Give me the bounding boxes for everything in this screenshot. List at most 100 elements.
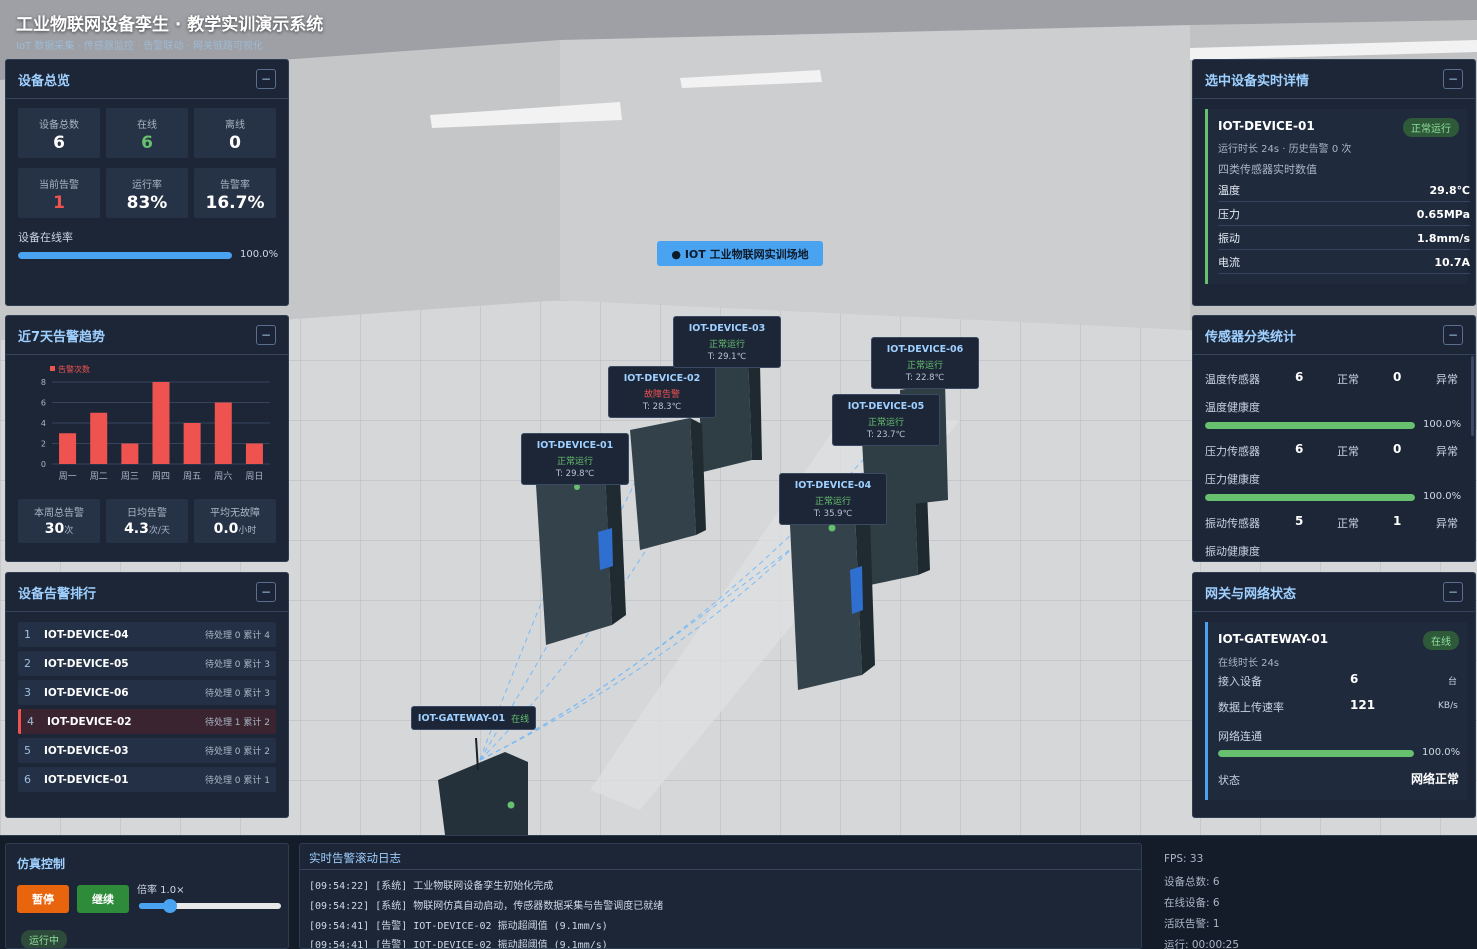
log-line: [09:54:41] [告警] IOT-DEVICE-02 振动超阈值 (9.1… [309, 940, 608, 949]
device-tag[interactable]: IOT-DEVICE-05 正常运行 T: 23.7℃ [832, 394, 940, 446]
health-bar [1205, 422, 1415, 429]
site-label: ● IOT 工业物联网实训场地 [657, 241, 823, 266]
online-rate-label: 设备在线率 [18, 231, 73, 244]
bar [245, 443, 263, 464]
x-tick-label: 周一 [59, 471, 77, 482]
gateway-panel: 网关与网络状态 − IOT-GATEWAY-01 在线 在线时长 24s 接入设备… [1192, 572, 1476, 818]
speed-slider[interactable] [139, 899, 281, 913]
bar [90, 412, 108, 464]
collapse-button[interactable]: − [1443, 69, 1463, 89]
x-tick-label: 周四 [152, 471, 170, 482]
back-wall [560, 25, 1190, 330]
gateway-card: IOT-GATEWAY-01 在线 在线时长 24s 接入设备 6 台 数据上传… [1205, 622, 1467, 800]
stat-daily-avg: 日均告警 4.3次/天 [106, 499, 188, 543]
device-tag[interactable]: IOT-DEVICE-04 正常运行 T: 35.9℃ [779, 473, 887, 525]
gateway-title: 网关与网络状态 [1205, 586, 1297, 602]
device-tag[interactable]: IOT-DEVICE-06 正常运行 T: 22.8℃ [871, 337, 979, 389]
gateway-name: IOT-GATEWAY-01 [1218, 632, 1329, 646]
stat-online: 在线 6 [106, 108, 188, 158]
device-tag-status: 正常运行 [814, 497, 851, 507]
device-tag-status: 正常运行 [556, 457, 593, 467]
detail-section-label: 四类传感器实时数值 [1218, 163, 1317, 176]
online-rate-bar [18, 252, 232, 259]
log-line: [09:54:22] [系统] 工业物联网设备孪生初始化完成 [309, 881, 554, 892]
speed-label: 倍率 1.0× [137, 885, 185, 896]
detail-runtime: 运行时长 24s · 历史告警 0 次 [1218, 144, 1352, 155]
app-title: 工业物联网设备孪生 · 教学实训演示系统 [16, 15, 324, 35]
collapse-button[interactable]: − [256, 69, 276, 89]
stat-mtbf: 平均无故障 0.0小时 [194, 499, 276, 543]
ranking-row[interactable]: 3 IOT-DEVICE-06 待处理 0 累计 3 [18, 680, 276, 705]
legend-swatch [50, 366, 55, 371]
stat-alarm-rate: 告警率 16.7% [194, 168, 276, 218]
sensor-value-row: 温度 29.8℃ [1218, 179, 1470, 202]
health-bar [1205, 494, 1415, 501]
y-tick-label: 0 [41, 460, 46, 469]
status-badge: 正常运行 [1403, 118, 1459, 137]
y-tick-label: 6 [41, 399, 46, 408]
pause-button[interactable]: 暂停 [17, 885, 69, 913]
bar [183, 423, 201, 464]
x-tick-label: 周二 [90, 471, 108, 482]
device-tag[interactable]: IOT-DEVICE-03 正常运行 T: 29.1℃ [673, 316, 781, 368]
collapse-button[interactable]: − [256, 582, 276, 602]
ranking-row[interactable]: 2 IOT-DEVICE-05 待处理 0 累计 3 [18, 651, 276, 676]
ranking-row[interactable]: 5 IOT-DEVICE-03 待处理 0 累计 2 [18, 738, 276, 763]
sensor-value-row: 压力 0.65MPa [1218, 203, 1470, 226]
app-subtitle: IoT 数据采集 · 传感器监控 · 告警联动 · 网关链路可视化 [16, 41, 263, 52]
detail-device-name: IOT-DEVICE-01 [1218, 119, 1315, 133]
control-panel: 仿真控制 暂停 继续 倍率 1.0× 运行中 [5, 843, 289, 949]
x-tick-label: 周日 [245, 471, 263, 482]
legend-label: 告警次数 [58, 364, 90, 374]
overview-panel: 设备总览 − 设备总数 6 在线 6 离线 0 当前告警 1 运行率 83% 告警率 16.7… [5, 59, 289, 306]
detail-title: 选中设备实时详情 [1205, 73, 1310, 89]
detail-panel: 选中设备实时详情 − IOT-DEVICE-01 正常运行 运行时长 24s · … [1192, 59, 1476, 306]
log-line: [09:54:41] [告警] IOT-DEVICE-02 振动超阈值 (9.1… [309, 921, 608, 932]
stat-total: 设备总数 6 [18, 108, 100, 158]
device-tag[interactable]: IOT-DEVICE-01 正常运行 T: 29.8℃ [521, 433, 629, 485]
running-status-badge: 运行中 [21, 930, 67, 948]
ranking-panel: 设备告警排行 − 1 IOT-DEVICE-04 待处理 0 累计 4 2 IOT-DE… [5, 572, 289, 818]
collapse-button[interactable]: − [1443, 325, 1463, 345]
bar [59, 433, 77, 464]
ranking-row-alarm[interactable]: 4 IOT-DEVICE-02 待处理 1 累计 2 [18, 709, 276, 734]
device-tag-status: 正常运行 [906, 361, 943, 371]
stat-week-total: 本周总告警 30次 [18, 499, 100, 543]
bar [214, 402, 232, 464]
sensor-stats-panel: 传感器分类统计 − 温度传感器 6 正常 0 异常 温度健康度 100.0% 压力… [1192, 315, 1476, 562]
device-tag-status: 故障告警 [643, 390, 680, 400]
overview-title: 设备总览 [18, 73, 71, 89]
y-tick-label: 2 [41, 440, 46, 449]
device-tag[interactable]: IOT-DEVICE-02 故障告警 T: 28.3℃ [608, 366, 716, 418]
trend-title: 近7天告警趋势 [18, 329, 106, 345]
sensor-stats-title: 传感器分类统计 [1205, 329, 1297, 345]
bar [152, 382, 170, 464]
status-badge: 在线 [1423, 631, 1459, 650]
gateway-uptime: 在线时长 24s [1218, 658, 1280, 669]
trend-panel: 近7天告警趋势 − 0 2 4 6 8 告警次数 周一 周二 周三 周四 周五 周六 周日 本周总告警 30… [5, 315, 289, 562]
sensor-value-row: 振动 1.8mm/s [1218, 227, 1470, 250]
ranking-row[interactable]: 1 IOT-DEVICE-04 待处理 0 累计 4 [18, 622, 276, 647]
stat-offline: 离线 0 [194, 108, 276, 158]
control-title: 仿真控制 [17, 857, 66, 871]
network-bar [1218, 750, 1414, 757]
slider-handle[interactable] [163, 899, 178, 913]
resume-button[interactable]: 继续 [77, 885, 129, 913]
system-info: FPS: 33 设备总数: 6 在线设备: 6 活跃告警: 1 运行: 00:0… [1164, 853, 1240, 949]
ranking-row[interactable]: 6 IOT-DEVICE-01 待处理 0 累计 1 [18, 767, 276, 792]
y-tick-label: 4 [41, 419, 46, 428]
collapse-button[interactable]: − [256, 325, 276, 345]
scrollbar[interactable] [1471, 356, 1474, 436]
x-tick-label: 周六 [214, 470, 232, 482]
stat-run-rate: 运行率 83% [106, 168, 188, 218]
sensor-value-row: 电流 10.7A [1218, 251, 1470, 274]
gateway-tag[interactable]: IOT-GATEWAY-01 在线 [411, 706, 536, 730]
detail-card: IOT-DEVICE-01 正常运行 运行时长 24s · 历史告警 0 次 四… [1205, 109, 1470, 284]
log-line: [09:54:22] [系统] 物联网仿真自动启动，传感器数据采集与告警调度已就… [309, 901, 664, 912]
alarm-trend-chart: 0 2 4 6 8 告警次数周一 周二 周三 周四 周五 周六 周日 [41, 364, 270, 482]
device-tag-status: 正常运行 [708, 340, 745, 350]
collapse-button[interactable]: − [1443, 582, 1463, 602]
ranking-title: 设备告警排行 [18, 586, 97, 602]
device-tag-status: 正常运行 [867, 418, 904, 428]
alarm-log-panel: 实时告警滚动日志 [09:54:22] [系统] 工业物联网设备孪生初始化完成 … [299, 843, 1142, 949]
